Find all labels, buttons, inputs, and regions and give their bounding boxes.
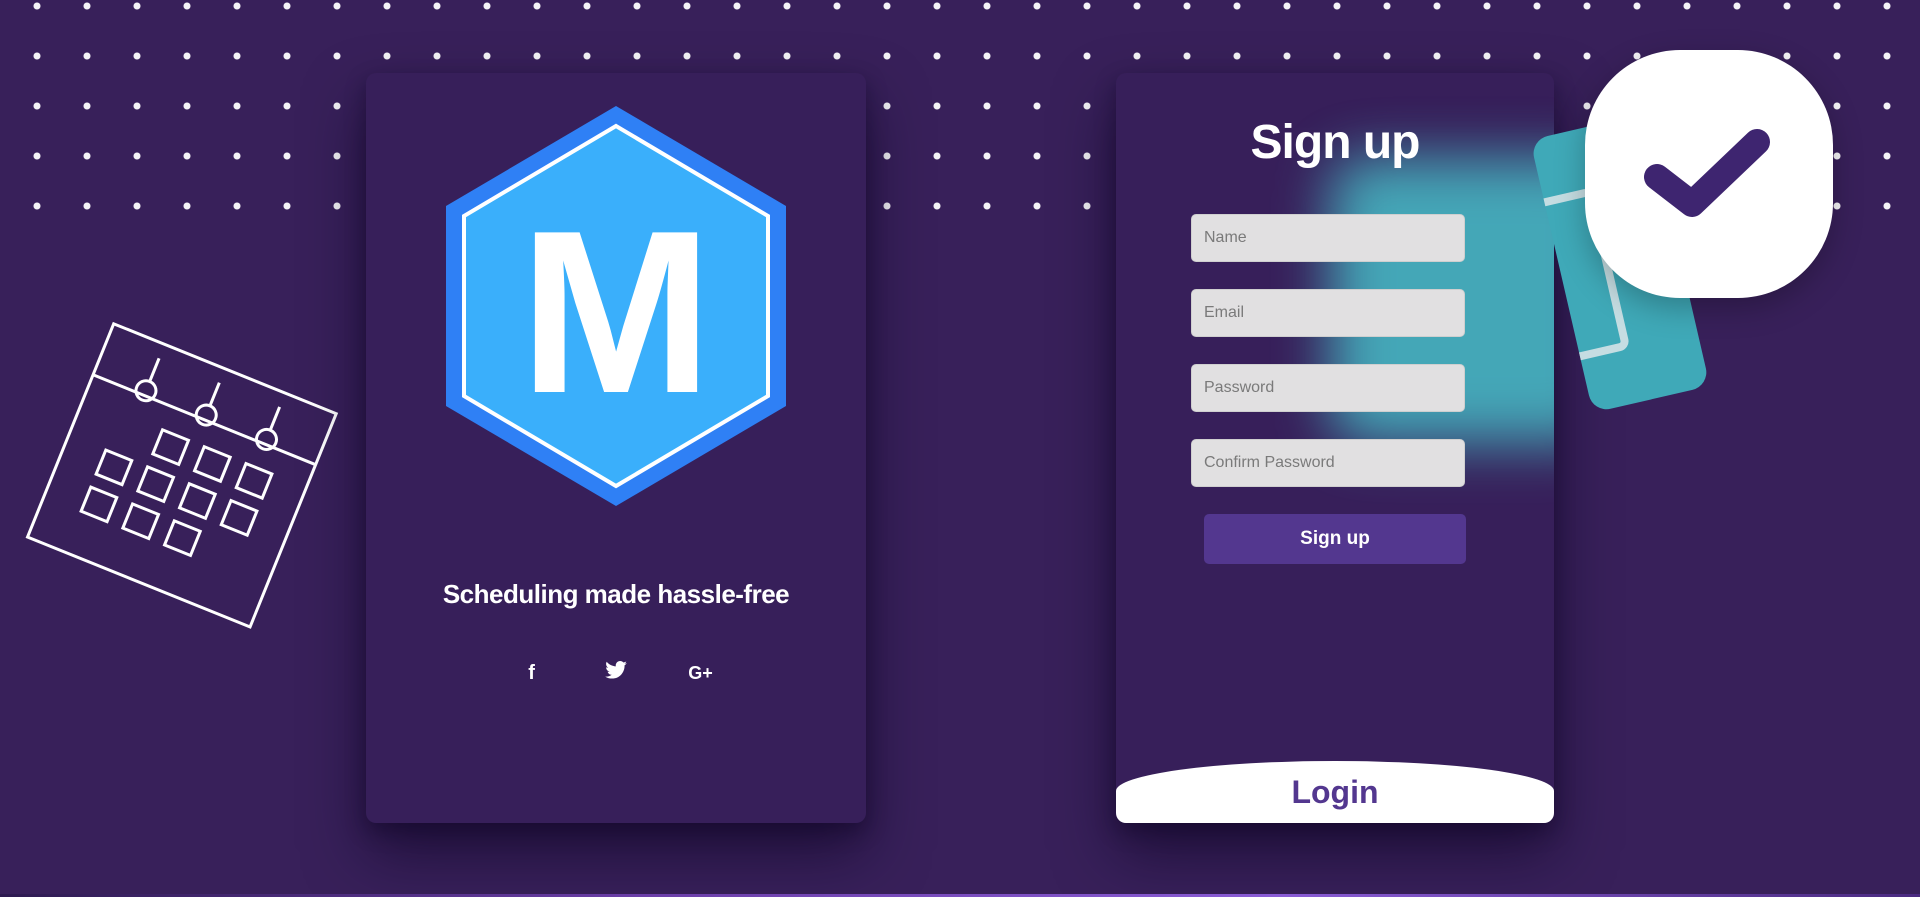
confirm-password-field[interactable] [1191, 439, 1465, 487]
password-field[interactable] [1191, 364, 1465, 412]
check-badge [1585, 50, 1833, 298]
logo-letter: M [519, 183, 712, 442]
name-field[interactable] [1191, 214, 1465, 262]
login-label: Login [1291, 774, 1379, 810]
check-icon [1644, 129, 1770, 217]
tagline: Scheduling made hassle-free [442, 579, 790, 609]
twitter-icon[interactable] [576, 661, 656, 685]
login-tab[interactable]: Login [1116, 761, 1554, 823]
signup-title: Sign up [1250, 116, 1421, 169]
email-field[interactable] [1191, 289, 1465, 337]
google-plus-icon[interactable]: G+ [660, 663, 740, 684]
social-links: f G+ [366, 661, 866, 685]
brand-card: M Scheduling made hassle-free f G+ [366, 73, 866, 823]
calendar-icon [25, 321, 339, 629]
signup-card: Sign up Sign up Login [1116, 73, 1554, 823]
facebook-icon[interactable]: f [492, 662, 572, 685]
m-hexagon-logo: M [446, 106, 786, 506]
signup-button[interactable]: Sign up [1204, 514, 1466, 564]
